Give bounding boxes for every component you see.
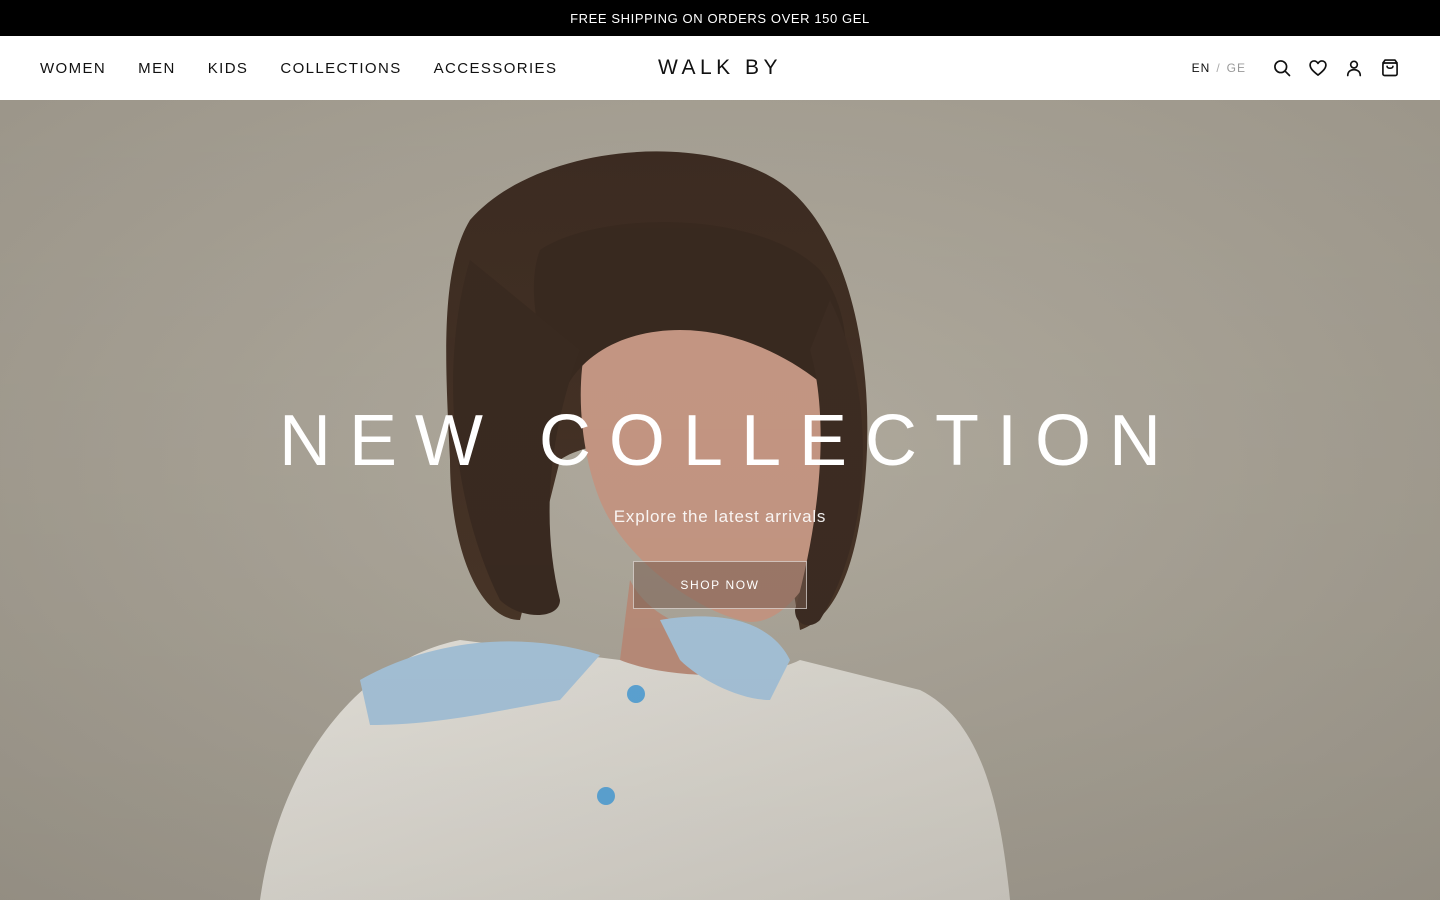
announcement-text: FREE SHIPPING ON ORDERS OVER 150 GEL	[570, 10, 870, 26]
language-en[interactable]: EN	[1192, 61, 1211, 75]
language-switcher: EN / GE	[1192, 61, 1246, 75]
header-icons	[1272, 58, 1400, 78]
search-icon[interactable]	[1272, 58, 1292, 78]
site-header: WOMEN MEN KIDS COLLECTIONS ACCESSORIES W…	[0, 36, 1440, 100]
nav-item-women[interactable]: WOMEN	[40, 60, 106, 77]
hero-subtitle: Explore the latest arrivals	[613, 507, 827, 526]
announcement-bar: FREE SHIPPING ON ORDERS OVER 150 GEL	[0, 0, 1440, 36]
hero-content: NEW COLLECTION Explore the latest arriva…	[0, 405, 1440, 609]
main-nav: WOMEN MEN KIDS COLLECTIONS ACCESSORIES	[40, 60, 557, 77]
bag-icon[interactable]	[1380, 58, 1400, 78]
nav-item-men[interactable]: MEN	[138, 60, 176, 77]
shop-now-button[interactable]: SHOP NOW	[633, 561, 807, 609]
heart-icon[interactable]	[1308, 58, 1328, 78]
header-actions: EN / GE	[1192, 58, 1400, 78]
nav-item-collections[interactable]: COLLECTIONS	[280, 60, 401, 77]
hero-title: NEW COLLECTION	[278, 401, 1180, 481]
hero-banner: NEW COLLECTION Explore the latest arriva…	[0, 100, 1440, 900]
language-ge[interactable]: GE	[1227, 61, 1246, 75]
nav-item-kids[interactable]: KIDS	[208, 60, 249, 77]
account-icon[interactable]	[1344, 58, 1364, 78]
language-separator: /	[1216, 61, 1221, 75]
nav-item-accessories[interactable]: ACCESSORIES	[434, 60, 558, 77]
site-logo[interactable]: WALK BY	[658, 56, 782, 80]
